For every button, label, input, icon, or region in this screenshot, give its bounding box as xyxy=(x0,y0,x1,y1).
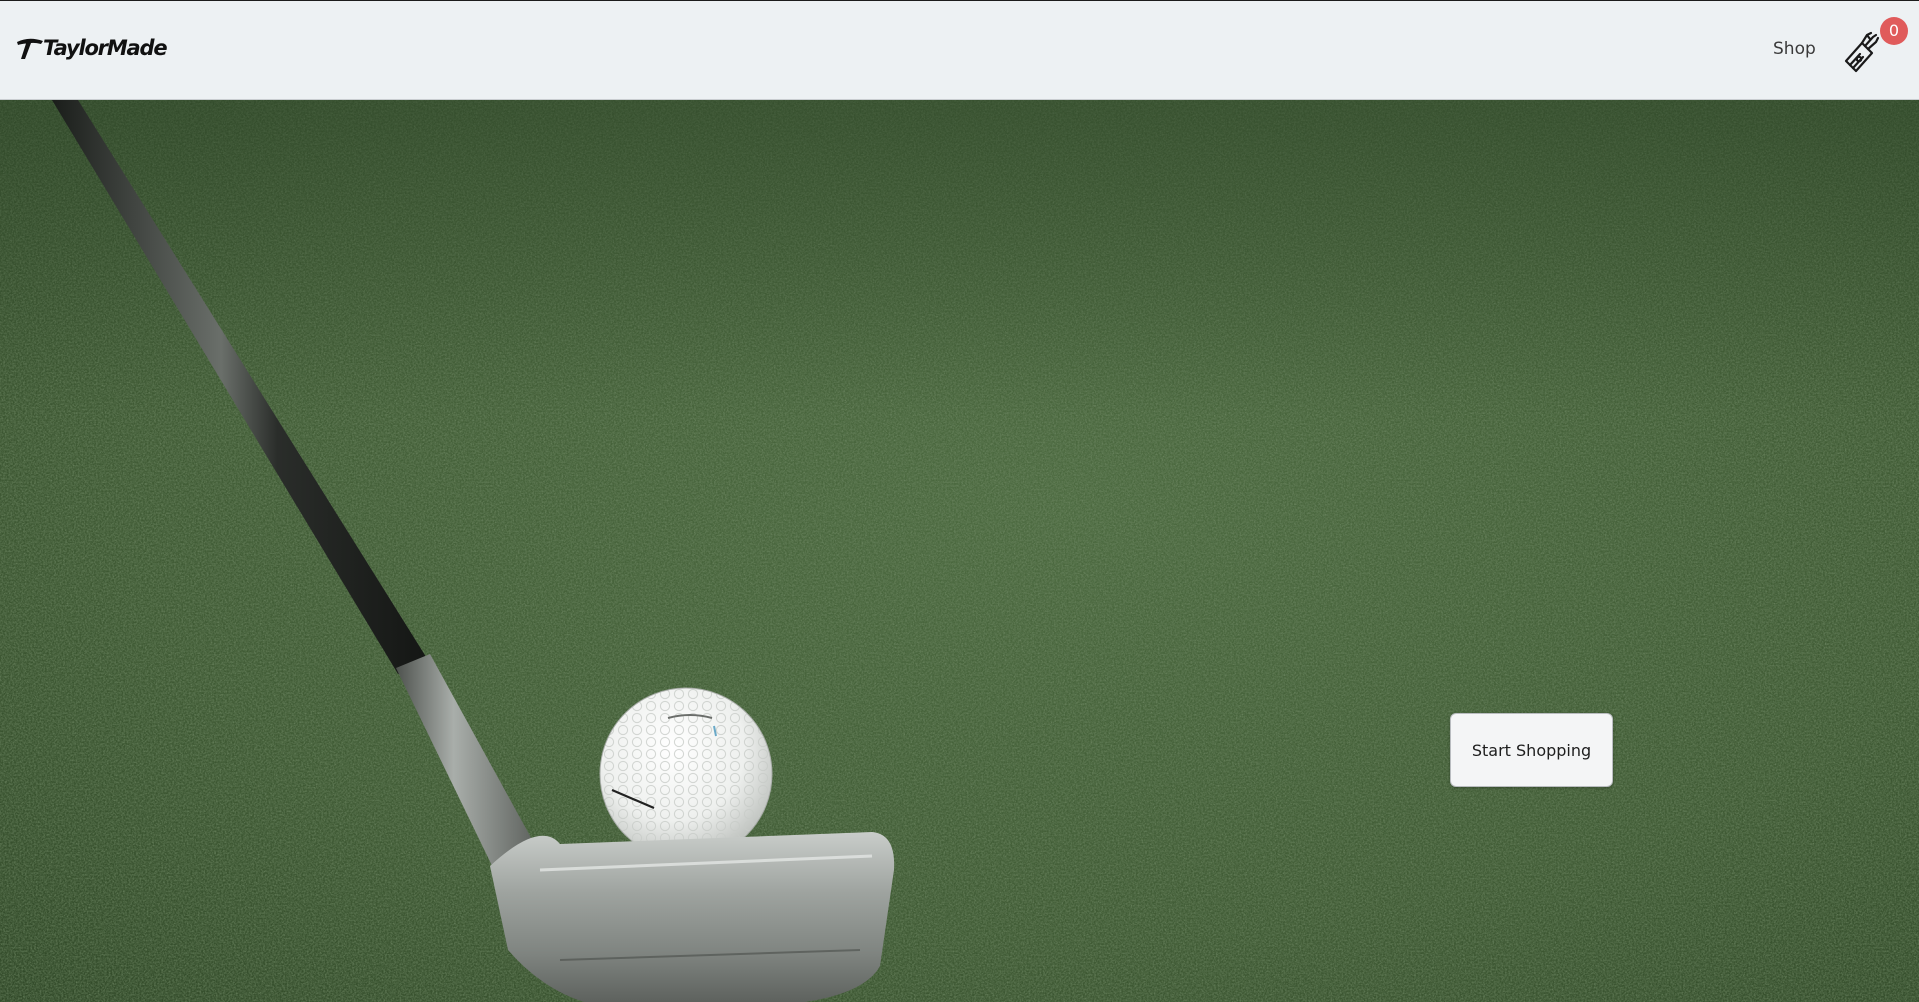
nav-shop-link[interactable]: Shop xyxy=(1773,39,1816,59)
taylormade-t-logo-icon xyxy=(17,38,43,59)
hero-image xyxy=(0,100,1919,1002)
start-shopping-button[interactable]: Start Shopping xyxy=(1450,713,1613,787)
landing-page: TaylorMade Shop 0 Start Shopping xyxy=(0,0,1919,1002)
golf-bag-icon xyxy=(1844,31,1880,73)
site-header: TaylorMade Shop 0 xyxy=(0,0,1919,100)
cart-count-badge: 0 xyxy=(1880,17,1908,45)
cart-button[interactable] xyxy=(1840,29,1882,73)
brand-logo[interactable]: TaylorMade xyxy=(15,31,168,65)
logo-text: TaylorMade xyxy=(43,36,168,60)
hero-section: Start Shopping xyxy=(0,100,1919,1002)
